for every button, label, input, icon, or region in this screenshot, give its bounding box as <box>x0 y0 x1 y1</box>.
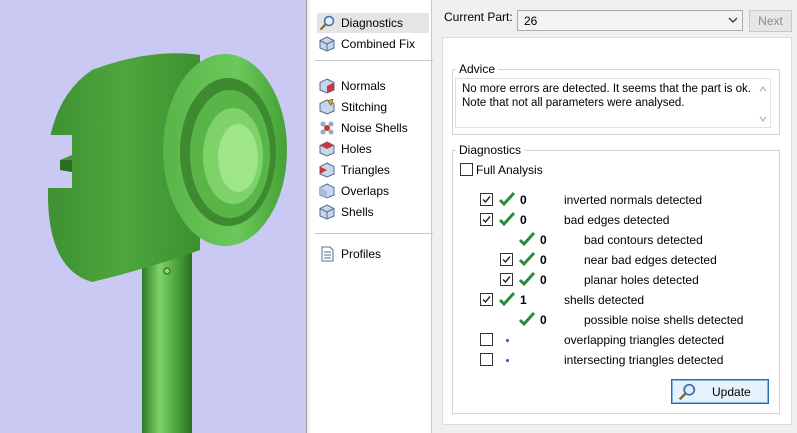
count-value: 0 <box>540 313 547 327</box>
advice-line: Note that not all parameters were analys… <box>462 97 685 109</box>
row-label: possible noise shells detected <box>584 313 744 327</box>
nav-item-profiles[interactable]: Profiles <box>317 244 429 264</box>
divider <box>315 60 437 61</box>
row-label: bad edges detected <box>564 213 670 227</box>
triangles-cube-icon <box>319 162 335 178</box>
row-label: overlapping triangles detected <box>564 333 725 347</box>
row-label: planar holes detected <box>584 273 699 287</box>
checkmark-icon <box>482 216 491 224</box>
near-bad-edges-checkbox[interactable] <box>500 253 513 266</box>
nav-item-label: Stitching <box>341 100 388 114</box>
nav-item-shells[interactable]: Shells <box>317 202 429 222</box>
nav-item-label: Normals <box>341 79 386 93</box>
nav-item-label: Holes <box>341 142 372 156</box>
overlapping-triangles-checkbox[interactable] <box>480 333 493 346</box>
intersecting-triangles-checkbox[interactable] <box>480 353 493 366</box>
nav-item-diagnostics[interactable]: Diagnostics <box>317 13 429 33</box>
scrollbar[interactable] <box>758 83 768 125</box>
pending-dot-icon <box>506 339 509 342</box>
stitching-cube-icon <box>319 99 335 115</box>
ok-check-icon <box>518 311 536 327</box>
advice-title: Advice <box>456 62 499 76</box>
diagnostics-title: Diagnostics <box>456 143 525 157</box>
count-value: 0 <box>540 233 547 247</box>
nav-item-overlaps[interactable]: Overlaps <box>317 181 429 201</box>
nav-item-label: Profiles <box>341 247 382 261</box>
full-analysis-checkbox[interactable] <box>460 163 473 176</box>
ok-check-icon <box>518 251 536 267</box>
3d-viewport[interactable] <box>0 0 306 433</box>
checkmark-icon <box>502 256 511 264</box>
nav-item-label: Triangles <box>341 163 390 177</box>
shells-checkbox[interactable] <box>480 293 493 306</box>
nav-item-label: Overlaps <box>341 184 390 198</box>
normals-cube-icon <box>319 78 335 94</box>
advice-line: No more errors are detected. It seems th… <box>462 83 751 95</box>
holes-cube-icon <box>319 141 335 157</box>
planar-holes-checkbox[interactable] <box>500 273 513 286</box>
pending-dot-icon <box>506 359 509 362</box>
current-part-value: 26 <box>524 14 538 28</box>
ok-check-icon <box>498 291 516 307</box>
checkmark-icon <box>502 276 511 284</box>
ok-check-icon <box>498 191 516 207</box>
noise-shells-icon <box>320 121 334 135</box>
nav-item-normals[interactable]: Normals <box>317 76 429 96</box>
checkmark-icon <box>482 296 491 304</box>
full-analysis-label: Full Analysis <box>476 163 543 177</box>
count-value: 0 <box>540 253 547 267</box>
cube-icon <box>319 36 335 52</box>
count-value: 0 <box>540 273 547 287</box>
ok-check-icon <box>498 211 516 227</box>
nav-item-label: Shells <box>341 205 374 219</box>
nav-item-label: Diagnostics <box>341 16 404 30</box>
shells-cube-icon <box>319 204 335 220</box>
ok-check-icon <box>518 271 536 287</box>
row-label: inverted normals detected <box>564 193 703 207</box>
function-list: Diagnostics Combined Fix Normals Stitchi… <box>311 0 437 433</box>
nav-item-label: Combined Fix <box>341 37 416 51</box>
next-button[interactable]: Next <box>749 10 792 32</box>
part-model <box>48 53 287 433</box>
update-button[interactable]: Update <box>671 379 769 404</box>
count-value: 0 <box>520 213 527 227</box>
nav-item-noise-shells[interactable]: Noise Shells <box>317 118 429 138</box>
magnifier-icon <box>319 15 335 31</box>
magnifier-icon <box>678 383 696 401</box>
count-value: 1 <box>520 293 527 307</box>
inverted-normals-checkbox[interactable] <box>480 193 493 206</box>
ok-check-icon <box>518 231 536 247</box>
nav-item-label: Noise Shells <box>341 121 408 135</box>
advice-text: No more errors are detected. It seems th… <box>455 78 771 128</box>
nav-item-stitching[interactable]: Stitching <box>317 97 429 117</box>
row-label: bad contours detected <box>584 233 703 247</box>
divider <box>315 233 437 234</box>
row-label: shells detected <box>564 293 645 307</box>
bad-edges-checkbox[interactable] <box>480 213 493 226</box>
row-label: near bad edges detected <box>584 253 717 267</box>
current-part-label: Current Part: <box>444 10 513 24</box>
current-part-select[interactable]: 26 <box>517 10 743 31</box>
count-value: 0 <box>520 193 527 207</box>
row-label: intersecting triangles detected <box>564 353 724 367</box>
overlaps-cube-icon <box>319 183 335 199</box>
nav-item-triangles[interactable]: Triangles <box>317 160 429 180</box>
update-label: Update <box>712 385 751 399</box>
checkmark-icon <box>482 196 491 204</box>
nav-item-holes[interactable]: Holes <box>317 139 429 159</box>
document-icon <box>321 246 334 262</box>
chevron-down-icon <box>728 17 738 23</box>
nav-item-combined-fix[interactable]: Combined Fix <box>317 34 429 54</box>
